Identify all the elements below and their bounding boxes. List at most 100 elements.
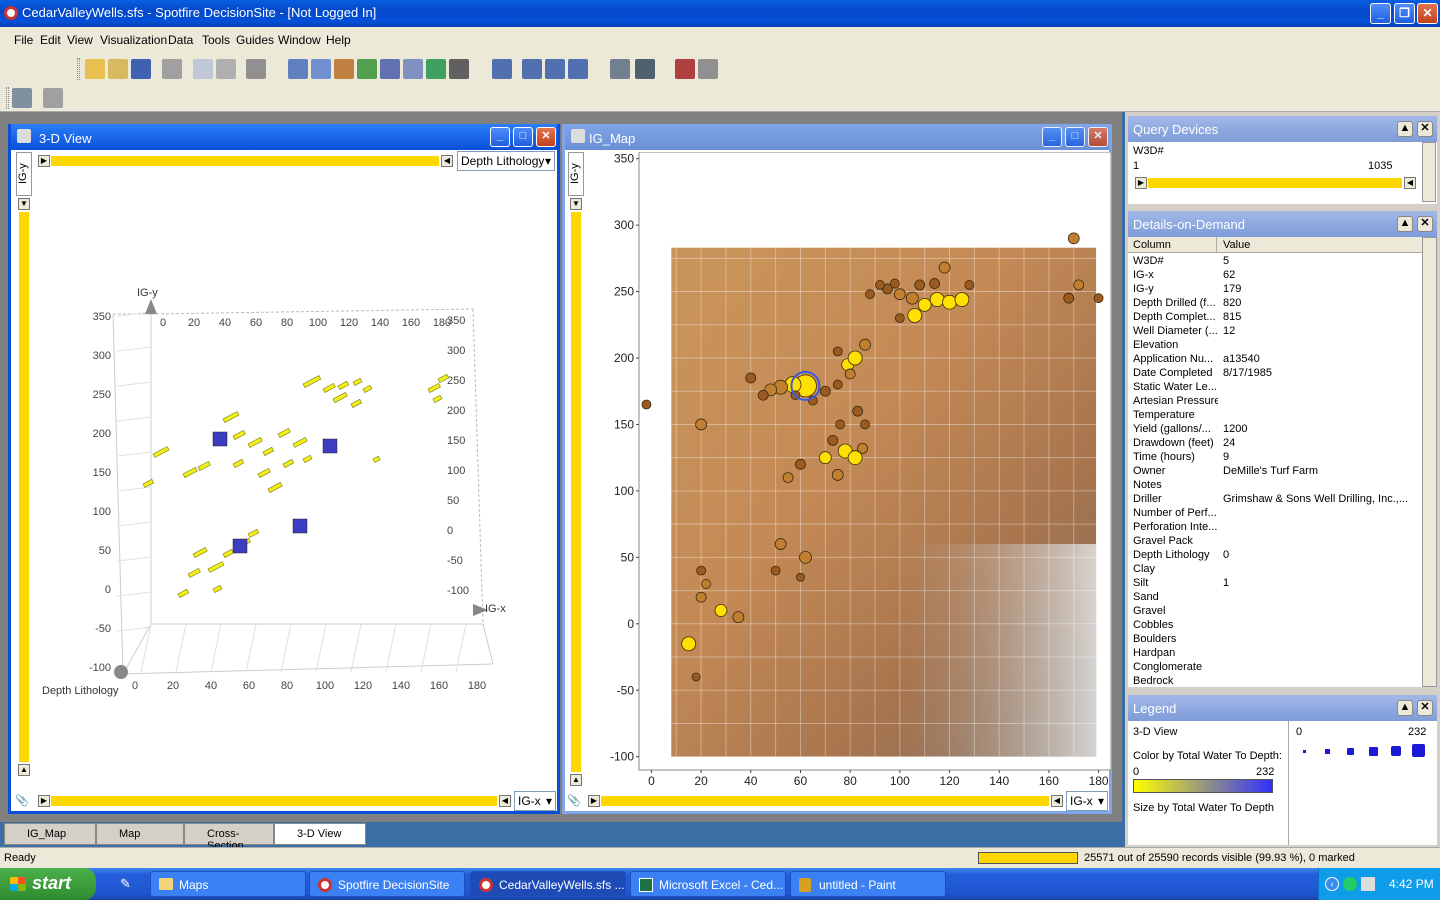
details-row[interactable]: IG-x 62 xyxy=(1128,269,1422,283)
3d-well-bar[interactable] xyxy=(350,398,363,408)
well-point[interactable] xyxy=(732,611,745,624)
well-point[interactable] xyxy=(1063,292,1075,304)
details-row[interactable]: Artesian Pressure xyxy=(1128,395,1422,409)
well-point[interactable] xyxy=(942,294,957,310)
details-row[interactable]: Sand xyxy=(1128,591,1422,605)
3d-well-bar[interactable] xyxy=(212,584,223,593)
start-button[interactable]: start xyxy=(0,868,96,900)
tab-ig-map[interactable]: IG_Map xyxy=(4,823,96,845)
paperclip-icon[interactable]: 📎 xyxy=(15,794,29,808)
details-row[interactable]: Time (hours) 9 xyxy=(1128,451,1422,465)
menu-help[interactable]: Help xyxy=(326,33,351,47)
view-3d-y-axis-selector[interactable]: IG-y xyxy=(16,152,32,196)
well-point[interactable] xyxy=(929,292,945,307)
details-row[interactable]: Silt 1 xyxy=(1128,577,1422,591)
well-point[interactable] xyxy=(757,389,769,401)
details-scrollbar[interactable] xyxy=(1422,237,1437,687)
quick-launch-icon[interactable]: ✎ xyxy=(120,876,136,892)
task-cedarvalleywells[interactable]: CedarValleyWells.sfs ... xyxy=(470,871,626,897)
well-point[interactable] xyxy=(782,472,794,484)
details-row[interactable]: Depth Drilled (f... 820 xyxy=(1128,297,1422,311)
top-slider-right-arrow[interactable]: ◀ xyxy=(441,155,453,167)
details-row[interactable]: Gravel Pack xyxy=(1128,535,1422,549)
export-icon[interactable] xyxy=(675,59,695,79)
map-paperclip-icon[interactable]: 📎 xyxy=(567,794,581,808)
ig-map-y-axis-selector[interactable]: IG-y xyxy=(568,152,584,196)
reset-icon[interactable] xyxy=(246,59,266,79)
map-bottom-slider-left-arrow[interactable]: ▶ xyxy=(588,795,600,807)
details-row[interactable]: Number of Perf... xyxy=(1128,507,1422,521)
tab-3d-view[interactable]: 3-D View xyxy=(274,823,366,845)
bottom-range-slider[interactable] xyxy=(51,796,497,806)
well-point[interactable] xyxy=(893,288,906,301)
3d-well-bar[interactable] xyxy=(262,446,275,456)
details-row[interactable]: Conglomerate xyxy=(1128,661,1422,675)
query-devices-close-button[interactable]: ✕ xyxy=(1417,121,1433,137)
restore-button[interactable]: ❐ xyxy=(1394,3,1415,24)
save-icon[interactable] xyxy=(131,59,151,79)
menu-file[interactable]: File xyxy=(14,33,33,47)
3d-well-bar[interactable] xyxy=(247,437,263,448)
3d-well-bar[interactable] xyxy=(232,429,246,440)
view-3d-x-axis-combo[interactable]: IG-x ▾ xyxy=(514,791,556,811)
map-bottom-range-slider[interactable] xyxy=(601,796,1049,806)
menu-visualization[interactable]: Visualization xyxy=(100,33,167,47)
3d-well-bar[interactable] xyxy=(332,392,348,403)
well-point[interactable] xyxy=(859,338,871,351)
3d-well-bar[interactable] xyxy=(182,467,198,478)
top-range-slider[interactable] xyxy=(51,156,439,166)
legend-collapse-button[interactable]: ▲ xyxy=(1397,700,1413,716)
view-3d-maximize-button[interactable]: □ xyxy=(513,127,533,147)
well-point[interactable] xyxy=(641,399,652,410)
well-point[interactable] xyxy=(799,550,812,564)
3d-well-bar[interactable] xyxy=(277,427,291,438)
well-point[interactable] xyxy=(889,278,900,289)
well-point[interactable] xyxy=(818,451,832,465)
well-point[interactable] xyxy=(852,405,864,417)
well-point[interactable] xyxy=(745,372,757,384)
query-devices-collapse-button[interactable]: ▲ xyxy=(1397,121,1413,137)
tile-horizontal-icon[interactable] xyxy=(568,59,588,79)
tab-map[interactable]: Map xyxy=(96,823,184,845)
details-row[interactable]: Notes xyxy=(1128,479,1422,493)
well-point[interactable] xyxy=(875,280,885,290)
3d-well-bar[interactable] xyxy=(142,478,155,488)
well-point[interactable] xyxy=(865,289,875,300)
task-excel[interactable]: Microsoft Excel - Ced... xyxy=(630,871,786,897)
profile-chart-icon[interactable] xyxy=(403,59,423,79)
details-value-header[interactable]: Value xyxy=(1223,239,1250,251)
details-row[interactable]: Gravel xyxy=(1128,605,1422,619)
print-icon[interactable] xyxy=(162,59,182,79)
volume-icon[interactable] xyxy=(1361,877,1375,891)
3d-well-bar[interactable] xyxy=(322,382,336,393)
3d-well-bar[interactable] xyxy=(177,588,190,598)
3d-well-bar[interactable] xyxy=(222,411,240,423)
3d-well-bar[interactable] xyxy=(222,548,235,558)
details-row[interactable]: W3D# 5 xyxy=(1128,255,1422,269)
details-close-button[interactable]: ✕ xyxy=(1417,216,1433,232)
3d-well-bar[interactable] xyxy=(282,458,295,468)
menu-window[interactable]: Window xyxy=(278,33,321,47)
details-row[interactable]: Depth Lithology 0 xyxy=(1128,549,1422,563)
well-point[interactable] xyxy=(1073,279,1085,291)
3d-marked-well[interactable] xyxy=(212,431,228,447)
details-row[interactable]: Clay xyxy=(1128,563,1422,577)
well-point[interactable] xyxy=(835,419,846,430)
view-3d-plot[interactable]: IG-y IG-x Depth Lithology 35030025020015… xyxy=(33,174,557,774)
details-row[interactable]: Perforation Inte... xyxy=(1128,521,1422,535)
well-point[interactable] xyxy=(847,350,863,366)
ig-map-minimize-button[interactable]: _ xyxy=(1042,127,1062,147)
well-point[interactable] xyxy=(701,579,711,589)
3d-well-bar[interactable] xyxy=(257,467,271,478)
well-point[interactable] xyxy=(914,279,926,291)
top-slider-left-arrow[interactable]: ▶ xyxy=(38,155,50,167)
well-point[interactable] xyxy=(796,572,805,582)
details-row[interactable]: Boulders xyxy=(1128,633,1422,647)
well-point[interactable] xyxy=(917,297,932,312)
3d-well-bar[interactable] xyxy=(302,454,313,463)
left-range-slider[interactable] xyxy=(19,212,29,762)
query-devices-scrollbar[interactable] xyxy=(1422,142,1436,202)
well-point[interactable] xyxy=(832,379,843,390)
paste-icon[interactable] xyxy=(216,59,236,79)
cascade-icon[interactable] xyxy=(522,59,542,79)
